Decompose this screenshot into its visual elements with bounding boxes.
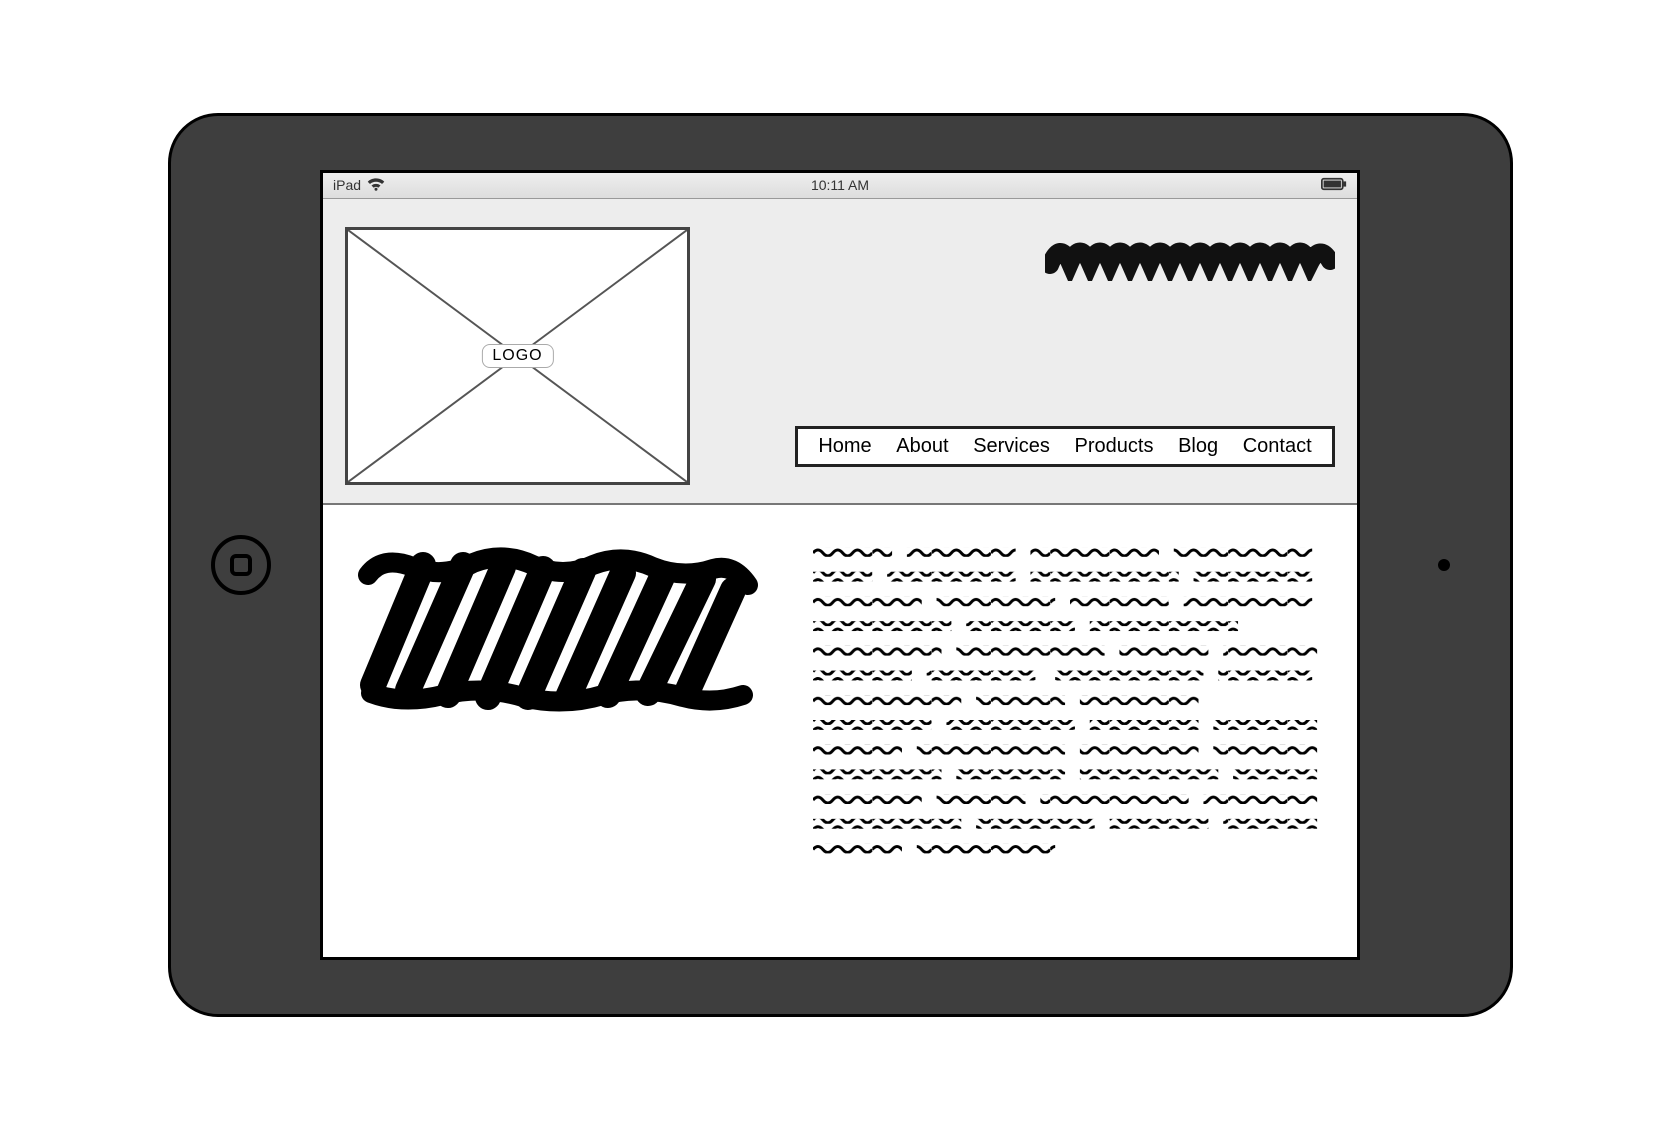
content-heading-placeholder	[353, 545, 773, 927]
nav-home[interactable]: Home	[818, 435, 871, 458]
status-bar: iPad 10:11 AM	[323, 173, 1357, 199]
nav-blog[interactable]: Blog	[1178, 435, 1218, 458]
tablet-camera-dot	[1438, 559, 1450, 571]
nav-services[interactable]: Services	[973, 435, 1050, 458]
tablet-frame: iPad 10:11 AM LOGO	[168, 113, 1513, 1017]
content-body-placeholder	[813, 545, 1327, 927]
device-label: iPad	[333, 177, 361, 193]
wifi-icon	[367, 177, 385, 194]
nav-contact[interactable]: Contact	[1243, 435, 1312, 458]
tablet-screen: iPad 10:11 AM LOGO	[320, 170, 1360, 960]
nav-about[interactable]: About	[896, 435, 948, 458]
battery-icon	[1321, 177, 1347, 194]
page-header: LOGO Home About Services Products Blog C…	[323, 199, 1357, 505]
tablet-home-button[interactable]	[211, 535, 271, 595]
tagline-placeholder	[1045, 235, 1335, 286]
logo-placeholder[interactable]: LOGO	[345, 227, 690, 485]
logo-label: LOGO	[481, 344, 553, 368]
home-button-icon	[230, 554, 252, 576]
main-nav: Home About Services Products Blog Contac…	[795, 426, 1335, 467]
nav-products[interactable]: Products	[1075, 435, 1154, 458]
page-content	[323, 505, 1357, 957]
status-time: 10:11 AM	[811, 177, 869, 193]
